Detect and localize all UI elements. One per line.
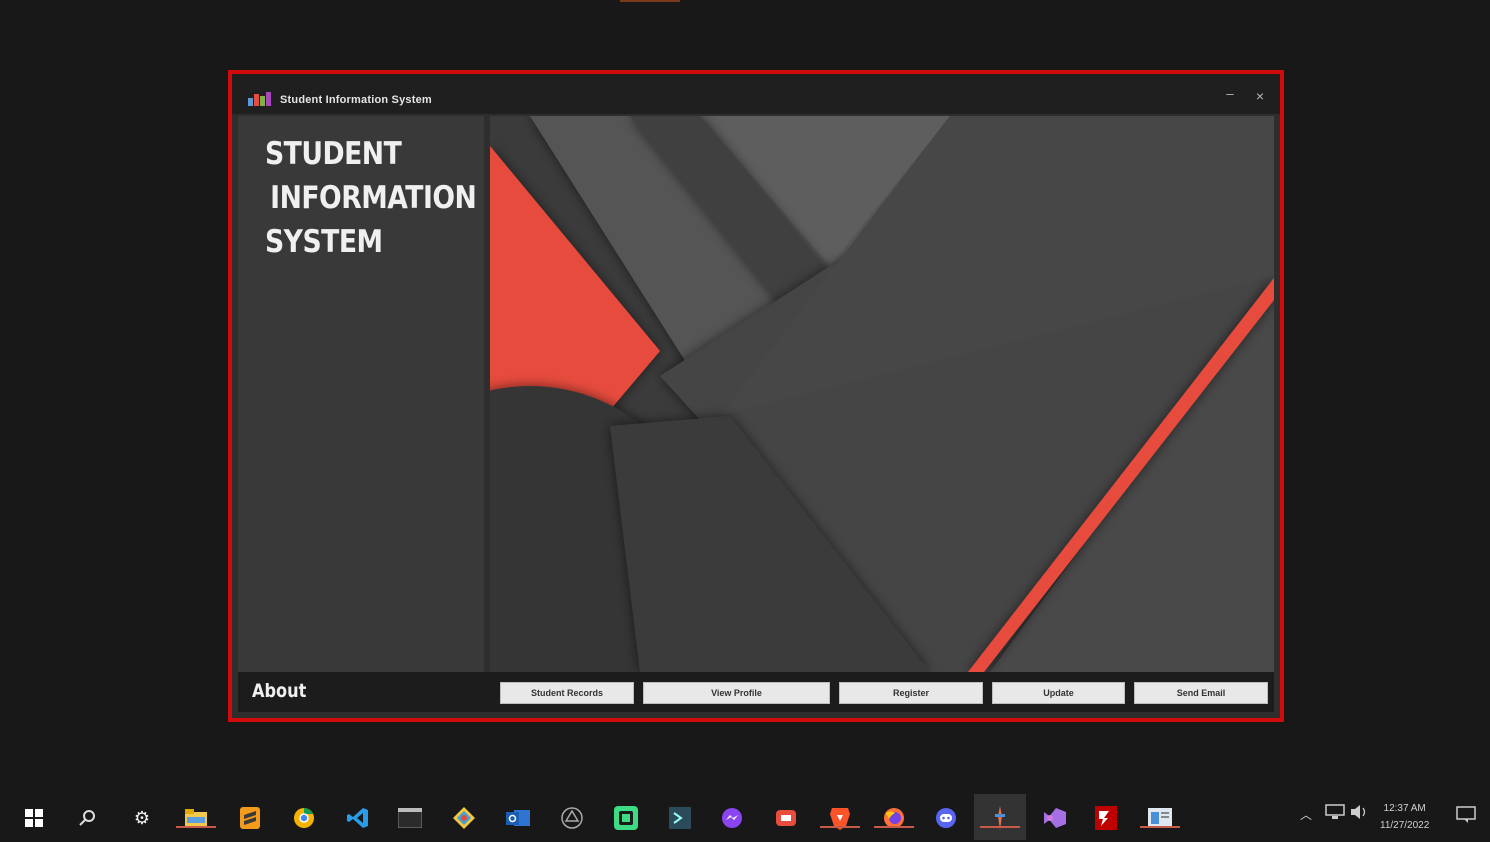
volume-icon[interactable] [1350, 804, 1368, 823]
filezilla-icon[interactable] [1094, 806, 1118, 830]
top-accent-line [620, 0, 680, 2]
powershell-icon[interactable] [668, 806, 692, 830]
brand-line-3: SYSTEM [265, 224, 383, 260]
file-explorer-icon[interactable] [176, 806, 216, 830]
send-email-button[interactable]: Send Email [1134, 682, 1268, 704]
notifications-icon[interactable] [1456, 806, 1476, 827]
chrome-canary-icon[interactable] [292, 806, 316, 830]
network-icon[interactable] [1325, 804, 1345, 823]
title-bar[interactable]: Student Information System – × [232, 74, 1280, 114]
visual-studio-icon[interactable] [1042, 806, 1066, 830]
clock-date: 11/27/2022 [1380, 820, 1430, 831]
app-window: Student Information System – × STUDENT I… [228, 70, 1284, 722]
register-button[interactable]: Register [839, 682, 983, 704]
settings-icon[interactable]: ⚙ [130, 806, 154, 830]
update-button[interactable]: Update [992, 682, 1125, 704]
sublime-icon[interactable] [238, 806, 262, 830]
outlook-icon[interactable] [506, 806, 530, 830]
student-records-button[interactable]: Student Records [500, 682, 634, 704]
android-studio-icon[interactable] [614, 806, 638, 830]
bottom-bar: About Student Records View Profile Regis… [238, 672, 1274, 712]
windows-start-icon[interactable] [22, 806, 46, 830]
view-profile-button[interactable]: View Profile [643, 682, 830, 704]
clock-time: 12:37 AM [1383, 803, 1426, 814]
background-graphic [490, 116, 1274, 672]
material-background-art [490, 116, 1274, 672]
messenger-icon[interactable] [720, 806, 744, 830]
window-title: Student Information System [280, 94, 432, 106]
about-link[interactable]: About [252, 680, 306, 702]
taskbar-clock[interactable]: 12:37 AM 11/27/2022 [1380, 800, 1429, 834]
vscode-icon[interactable] [346, 806, 370, 830]
brand-line-2: INFORMATION [270, 180, 477, 216]
firefox-icon[interactable] [874, 806, 914, 830]
minimize-button[interactable]: – [1220, 86, 1240, 101]
java-app-icon[interactable] [974, 794, 1026, 840]
brave-icon[interactable] [820, 806, 860, 830]
discord-icon[interactable] [934, 806, 958, 830]
notepad-app-icon[interactable] [1140, 806, 1180, 830]
brand-line-1: STUDENT [265, 136, 402, 172]
app-logo-icon [248, 92, 271, 106]
search-icon[interactable] [76, 806, 100, 830]
tray-overflow-chevron-icon[interactable]: ︿ [1300, 806, 1312, 823]
screen-recorder-icon[interactable] [774, 806, 798, 830]
unity-icon[interactable] [560, 806, 584, 830]
sidebar-panel: STUDENT INFORMATION SYSTEM [238, 116, 484, 672]
taskbar: ⚙ ︿ 12:37 AM 11/27/2022 [0, 792, 1490, 842]
git-kraken-icon[interactable] [452, 806, 476, 830]
app-brand-title: STUDENT INFORMATION SYSTEM [265, 132, 477, 264]
close-button[interactable]: × [1250, 88, 1270, 104]
terminal-icon[interactable] [398, 806, 422, 830]
